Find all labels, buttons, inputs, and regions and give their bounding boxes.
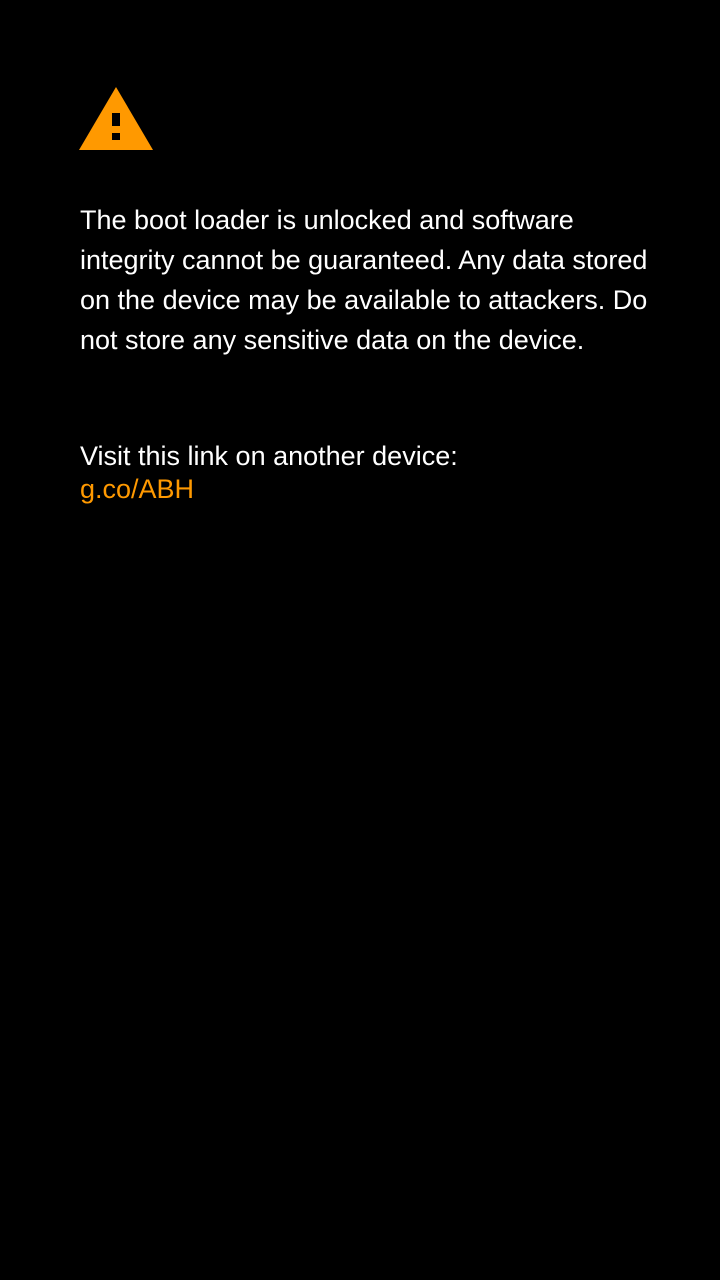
warning-message: The boot loader is unlocked and software…: [80, 205, 648, 355]
help-link[interactable]: g.co/ABH: [80, 472, 194, 506]
warning-triangle-icon: [79, 87, 153, 150]
bootloader-warning-screen: The boot loader is unlocked and software…: [0, 0, 720, 1280]
visit-instruction: Visit this link on another device:: [80, 441, 458, 471]
